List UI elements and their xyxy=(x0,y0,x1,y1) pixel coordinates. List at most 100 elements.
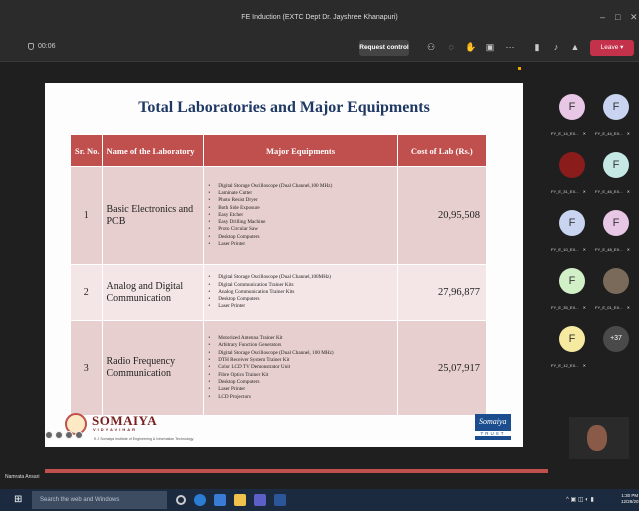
lab-cell: Radio Frequency Communication xyxy=(101,320,205,416)
minimize-icon[interactable]: – xyxy=(600,12,605,22)
avatar: F xyxy=(603,94,629,120)
next-slide-icon[interactable] xyxy=(75,431,83,439)
mic-off-icon[interactable]: ♪ xyxy=(551,42,561,53)
avatar xyxy=(603,268,629,294)
mic-muted-icon: ✕ xyxy=(626,247,630,252)
equipment-item: Photo Resist Dryer xyxy=(208,197,396,204)
participant-name: FY_E_01_EX... ✕ xyxy=(595,305,630,310)
teams-icon[interactable] xyxy=(254,494,266,506)
mic-muted-icon: ✕ xyxy=(626,305,630,310)
clock-date: 12/28/20 xyxy=(621,499,639,504)
participants-icon[interactable]: ⚇ xyxy=(426,42,436,53)
leave-button[interactable]: Leave ▾ xyxy=(590,40,634,56)
equipment-item: Both Side Exposure xyxy=(208,205,396,212)
table-header-row: Sr. No. Name of the Laboratory Major Equ… xyxy=(70,134,488,167)
mic-muted-icon: ✕ xyxy=(626,131,630,136)
equipment-item: Arbitrary Function Generators xyxy=(208,342,396,349)
mic-muted-icon: ✕ xyxy=(582,363,586,368)
avatar xyxy=(559,152,585,178)
avatar: F xyxy=(603,152,629,178)
lab-cell: Analog and Digital Communication xyxy=(101,264,205,321)
presenter-name: Namrata Ansari xyxy=(5,474,40,480)
equipment-item: Desktop Computers xyxy=(208,296,396,303)
maximize-icon[interactable]: □ xyxy=(615,12,620,22)
request-control-button[interactable]: Request control xyxy=(359,40,409,56)
equipment-cell: Motorized Antenna Trainer Kit Arbitrary … xyxy=(203,320,398,416)
mic-muted-icon: ✕ xyxy=(582,247,586,252)
avatar: F xyxy=(559,94,585,120)
participant-tile[interactable]: FY_E_01_EX... ✕ xyxy=(595,266,636,314)
sr-cell: 1 xyxy=(70,166,103,265)
participant-name: FY_E_14_EX... ✕ xyxy=(551,131,586,136)
participant-name: FY_E_44_EX... ✕ xyxy=(595,131,630,136)
title-bar: FE Induction (EXTC Dept Dr. Jayshree Kha… xyxy=(0,0,639,34)
task-view-icon[interactable] xyxy=(176,495,186,505)
meeting-toolbar: 00:06 Request control ⚇ ◌ ✋ ▣ ⋯ ▮ ♪ ▲ Le… xyxy=(0,34,639,62)
equipment-item: Laser Printer xyxy=(208,241,396,248)
menu-icon[interactable] xyxy=(55,431,63,439)
mic-muted-icon: ✕ xyxy=(626,189,630,194)
equipment-cell: Digital Storage Oscilloscope (Dual Chann… xyxy=(203,264,398,321)
participant-tile[interactable]: F FY_E_35_EX... ✕ xyxy=(551,266,592,314)
cost-cell: 27,96,877 xyxy=(396,264,488,321)
equipment-item: Laminate Cutter xyxy=(208,190,396,197)
equipment-item: Fibre Optics Trainer Kit xyxy=(208,372,396,379)
mic-muted-icon: ✕ xyxy=(582,131,586,136)
camera-off-icon[interactable]: ▮ xyxy=(532,42,542,53)
slide-controls xyxy=(45,431,83,439)
equipment-item: DTH Receiver System Trainer Kit xyxy=(208,357,396,364)
windows-start-icon[interactable]: ⊞ xyxy=(14,495,24,505)
presentation-slide: Total Laboratories and Major Equipments … xyxy=(45,83,568,473)
participant-tile[interactable]: F FY_E_12_EX... ✕ xyxy=(551,324,592,372)
system-tray[interactable]: ^ ▣ ◫ ◐ ▮ xyxy=(566,496,594,503)
avatar: F xyxy=(559,210,585,236)
store-icon[interactable] xyxy=(214,494,226,506)
avatar: F xyxy=(559,326,585,352)
leave-label: Leave xyxy=(600,44,619,51)
participant-tile[interactable]: F FY_E_48_EX... ✕ xyxy=(595,208,636,256)
more-actions-icon[interactable]: ⋯ xyxy=(505,42,515,53)
share-tray-icon[interactable]: ▲ xyxy=(570,42,580,53)
participant-tile[interactable]: FY_E_31_EX... ✕ xyxy=(551,150,592,198)
taskbar-clock[interactable]: 1:30 PM 12/28/20 xyxy=(621,493,639,505)
meeting-timer: 00:06 xyxy=(28,43,56,50)
windows-taskbar: ⊞ Search the web and Windows ^ ▣ ◫ ◐ ▮ 1… xyxy=(0,489,639,511)
col-lab: Name of the Laboratory xyxy=(101,134,205,167)
more-participants-tile[interactable]: +37 xyxy=(595,324,636,372)
edge-icon[interactable] xyxy=(194,494,206,506)
equipment-item: Easy Drilling Machine xyxy=(208,219,396,226)
labs-table: Sr. No. Name of the Laboratory Major Equ… xyxy=(70,134,488,416)
avatar: F xyxy=(559,268,585,294)
close-icon[interactable]: ✕ xyxy=(630,12,638,23)
self-view-video xyxy=(569,417,629,459)
chat-icon[interactable]: ◌ xyxy=(446,42,456,53)
participant-tile[interactable]: F FY_E_10_EX... ✕ xyxy=(551,208,592,256)
rooms-icon[interactable]: ▣ xyxy=(485,42,495,53)
equipment-item: Easy Etcher xyxy=(208,212,396,219)
overflow-count: +37 xyxy=(603,326,629,352)
equipment-item: Laser Printer xyxy=(208,386,396,393)
participant-name: FY_E_35_EX... ✕ xyxy=(551,305,586,310)
participant-gallery: F FY_E_14_EX... ✕ F FY_E_44_EX... ✕ FY_E_3… xyxy=(548,62,639,479)
pointer-cursor xyxy=(518,67,521,70)
word-icon[interactable] xyxy=(274,494,286,506)
taskbar-search[interactable]: Search the web and Windows xyxy=(32,491,167,509)
equipment-item: Motorized Antenna Trainer Kit xyxy=(208,335,396,342)
equipment-item: Desktop Computers xyxy=(208,379,396,386)
footer-divider xyxy=(45,469,568,473)
file-explorer-icon[interactable] xyxy=(234,494,246,506)
participant-name: FY_E_10_EX... ✕ xyxy=(551,247,586,252)
participant-tile[interactable]: F FY_E_44_EX... ✕ xyxy=(595,92,636,140)
table-row: 3 Radio Frequency Communication Motorize… xyxy=(70,320,488,416)
participant-tile[interactable]: F FY_E_14_EX... ✕ xyxy=(551,92,592,140)
equipment-item: Desktop Computers xyxy=(208,234,396,241)
equipment-item: Laser Printer xyxy=(208,303,396,310)
participant-tile[interactable]: F FY_E_46_EX... ✕ xyxy=(595,150,636,198)
equipment-item: Color LCD TV Demonstrator Unit xyxy=(208,364,396,371)
cost-cell: 25,07,917 xyxy=(396,320,488,416)
equipment-item: Digital Communication Trainer Kits xyxy=(208,282,396,289)
lab-cell: Basic Electronics and PCB xyxy=(101,166,205,265)
raise-hand-icon[interactable]: ✋ xyxy=(465,42,476,53)
zoom-icon[interactable] xyxy=(65,431,73,439)
prev-slide-icon[interactable] xyxy=(45,431,53,439)
